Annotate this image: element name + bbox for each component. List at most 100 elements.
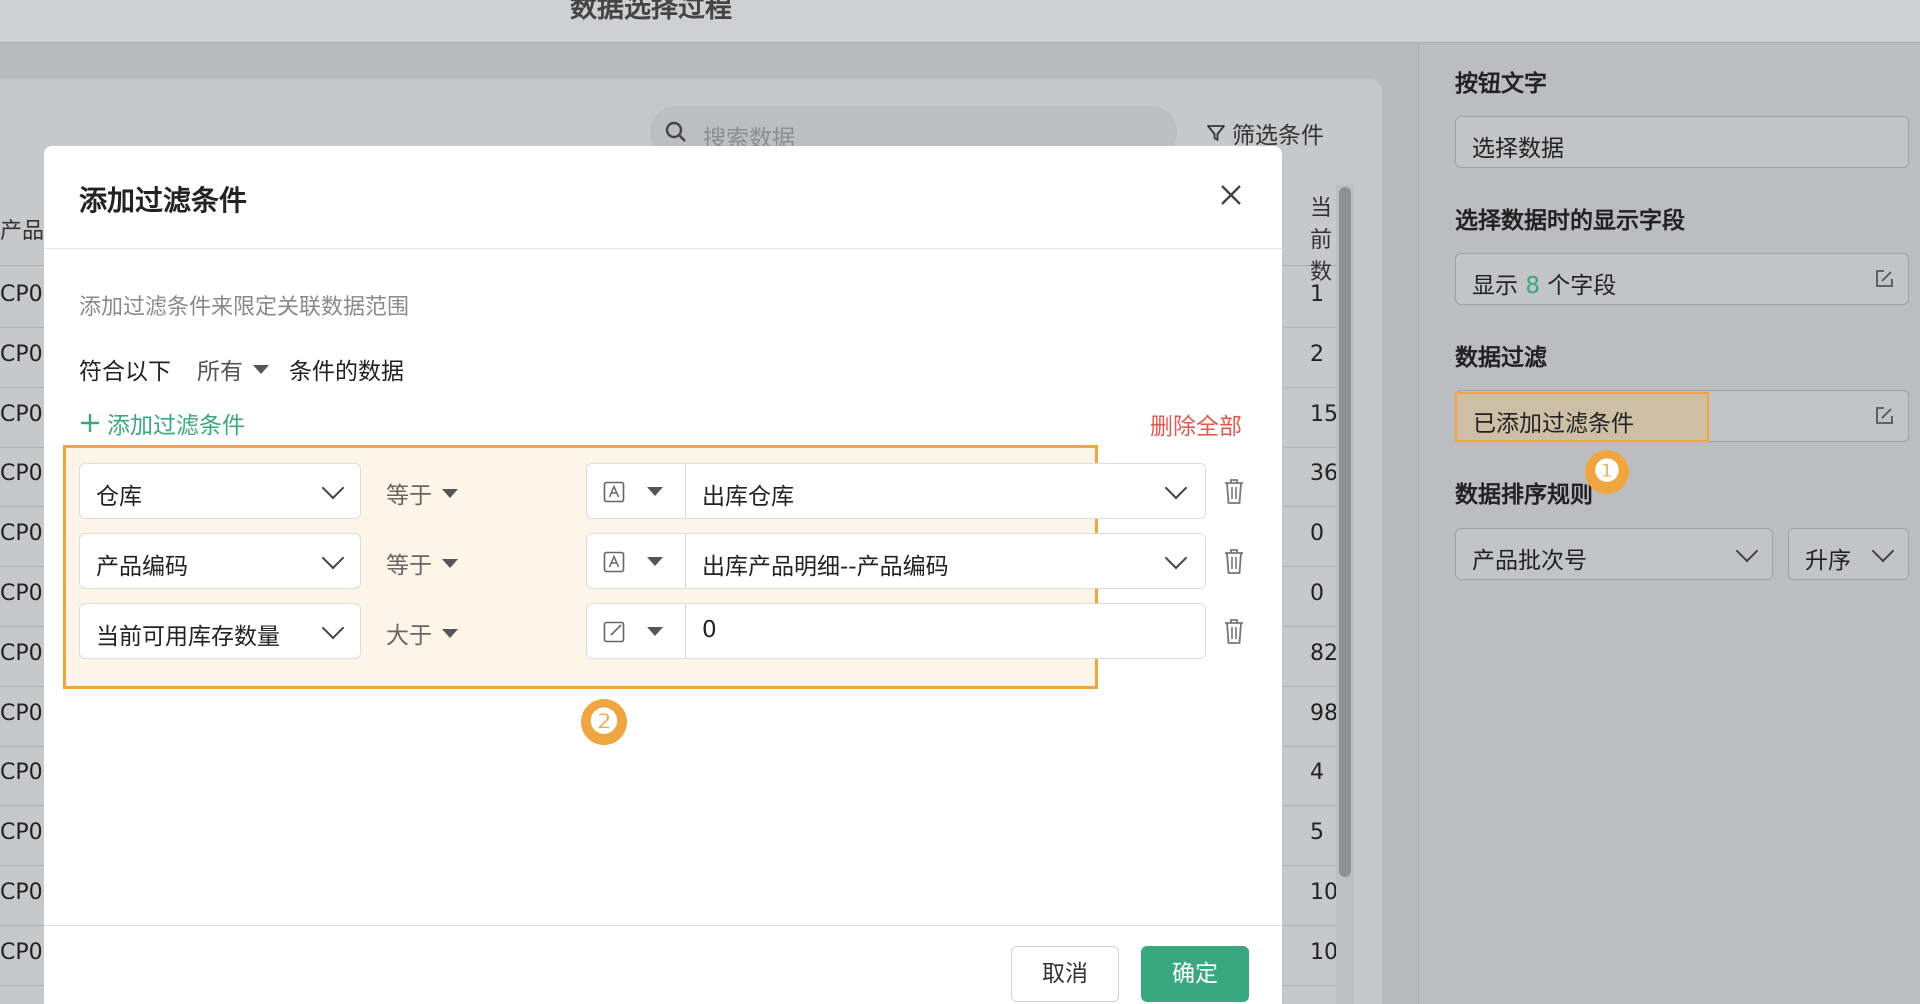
caret-down-icon xyxy=(442,628,458,638)
table-cell-current-qty: 10 xyxy=(1310,880,1338,905)
table-cell-current-qty: 82 xyxy=(1310,641,1338,666)
top-bar: 数据选择过程 xyxy=(0,0,1920,43)
manual-input-icon xyxy=(603,621,625,643)
add-filter-dialog: 添加过滤条件 添加过滤条件来限定关联数据范围 符合以下 所有 条件的数据 添加过… xyxy=(44,146,1282,1004)
table-cell-current-qty: 2 xyxy=(1310,342,1324,367)
condition-operator-value: 等于 xyxy=(386,483,432,509)
filter-label: 筛选条件 xyxy=(1232,123,1324,149)
table-cell-current-qty: 1 xyxy=(1310,282,1324,307)
chevron-down-icon xyxy=(1871,539,1895,563)
condition-field-select[interactable]: 产品编码 xyxy=(79,533,361,589)
data-filter-label: 数据过滤 xyxy=(1455,345,1547,371)
close-icon[interactable] xyxy=(1214,178,1248,212)
condition-field-value: 当前可用库存数量 xyxy=(96,624,280,650)
column-header-current-qty: 当前数 xyxy=(1310,196,1333,285)
condition-operator-value: 大于 xyxy=(386,623,432,649)
match-prefix: 符合以下 xyxy=(79,359,171,385)
condition-row: 当前可用库存数量 大于 0 xyxy=(44,603,1282,659)
chevron-down-icon xyxy=(1164,476,1188,500)
caret-down-icon xyxy=(253,364,269,374)
condition-value: 出库仓库 xyxy=(702,484,794,510)
button-text-label: 按钮文字 xyxy=(1455,71,1547,97)
edit-icon[interactable] xyxy=(1874,269,1894,289)
table-cell-current-qty: 0 xyxy=(1310,521,1324,546)
button-text-input[interactable]: 选择数据 xyxy=(1455,116,1909,168)
display-fields-label: 选择数据时的显示字段 xyxy=(1455,208,1685,234)
caret-down-icon xyxy=(442,488,458,498)
condition-operator-select[interactable]: 大于 xyxy=(386,616,458,650)
add-condition-button[interactable]: 添加过滤条件 xyxy=(79,406,245,440)
value-type-select[interactable] xyxy=(586,533,686,589)
caret-down-icon xyxy=(647,487,663,496)
table-scrollbar-thumb[interactable] xyxy=(1339,187,1351,877)
chevron-down-icon xyxy=(321,476,345,500)
trash-icon[interactable] xyxy=(1222,547,1246,575)
match-suffix: 条件的数据 xyxy=(289,359,404,385)
step-badge-2: ❷ xyxy=(581,699,627,745)
table-cell-current-qty: 4 xyxy=(1310,760,1324,785)
search-icon xyxy=(665,121,686,142)
condition-value-select[interactable]: 出库仓库 xyxy=(685,463,1206,519)
step-badge-1: ❶ xyxy=(1585,450,1629,494)
dialog-divider xyxy=(44,248,1282,249)
condition-field-value: 产品编码 xyxy=(96,554,188,580)
condition-row: 产品编码 等于 出库产品明细--产品编码 xyxy=(44,533,1282,589)
delete-all-button[interactable]: 删除全部 xyxy=(1150,407,1242,441)
sort-field-value: 产品批次号 xyxy=(1472,548,1587,574)
condition-field-select[interactable]: 仓库 xyxy=(79,463,361,519)
sort-rule-label: 数据排序规则 xyxy=(1455,482,1593,508)
condition-value: 出库产品明细--产品编码 xyxy=(702,554,949,580)
condition-field-select[interactable]: 当前可用库存数量 xyxy=(79,603,361,659)
condition-value-select[interactable]: 出库产品明细--产品编码 xyxy=(685,533,1206,589)
caret-down-icon xyxy=(647,627,663,636)
condition-operator-select[interactable]: 等于 xyxy=(386,546,458,580)
funnel-icon xyxy=(1207,125,1225,141)
confirm-button[interactable]: 确定 xyxy=(1141,946,1249,1002)
data-filter-highlight: 已添加过滤条件 xyxy=(1455,392,1709,442)
caret-down-icon xyxy=(647,557,663,566)
table-cell-current-qty: 36 xyxy=(1310,461,1338,486)
caret-down-icon xyxy=(442,558,458,568)
edit-icon[interactable] xyxy=(1874,406,1894,426)
add-condition-label: 添加过滤条件 xyxy=(107,413,245,439)
page-title: 数据选择过程 xyxy=(570,0,732,24)
condition-value-input[interactable]: 0 xyxy=(685,603,1206,659)
table-cell-current-qty: 98 xyxy=(1310,701,1338,726)
dialog-title: 添加过滤条件 xyxy=(79,184,248,217)
value-type-select[interactable] xyxy=(586,463,686,519)
text-field-icon xyxy=(603,551,625,573)
match-mode-row: 符合以下 所有 条件的数据 xyxy=(79,352,404,386)
match-mode-value: 所有 xyxy=(197,359,243,385)
table-cell-current-qty: 5 xyxy=(1310,820,1324,845)
table-cell-current-qty: 15 xyxy=(1310,402,1338,427)
data-filter-value: 已添加过滤条件 xyxy=(1473,411,1634,437)
condition-value: 0 xyxy=(702,617,717,643)
value-type-select[interactable] xyxy=(586,603,686,659)
dialog-footer-divider xyxy=(44,925,1282,926)
display-fields-count: 8 xyxy=(1525,273,1540,299)
table-cell-current-qty: 10 xyxy=(1310,940,1338,965)
match-mode-select[interactable]: 所有 xyxy=(197,352,269,386)
button-text-value: 选择数据 xyxy=(1472,136,1564,162)
trash-icon[interactable] xyxy=(1222,617,1246,645)
condition-operator-select[interactable]: 等于 xyxy=(386,476,458,510)
filter-button[interactable]: 筛选条件 xyxy=(1206,116,1324,150)
condition-row: 仓库 等于 出库仓库 xyxy=(44,463,1282,519)
display-fields-input[interactable]: 显示 8 个字段 xyxy=(1455,253,1909,305)
condition-operator-value: 等于 xyxy=(386,553,432,579)
settings-panel xyxy=(1418,43,1920,1004)
sort-order-select[interactable]: 升序 xyxy=(1788,528,1909,580)
chevron-down-icon xyxy=(321,546,345,570)
sort-field-select[interactable]: 产品批次号 xyxy=(1455,528,1773,580)
trash-icon[interactable] xyxy=(1222,477,1246,505)
plus-icon xyxy=(81,414,99,432)
sort-order-value: 升序 xyxy=(1805,548,1851,574)
chevron-down-icon xyxy=(321,616,345,640)
text-field-icon xyxy=(603,481,625,503)
dialog-description: 添加过滤条件来限定关联数据范围 xyxy=(79,295,410,320)
condition-field-value: 仓库 xyxy=(96,484,142,510)
chevron-down-icon xyxy=(1735,539,1759,563)
display-fields-text: 显示 8 个字段 xyxy=(1472,266,1616,300)
cancel-button[interactable]: 取消 xyxy=(1011,946,1119,1002)
chevron-down-icon xyxy=(1164,546,1188,570)
